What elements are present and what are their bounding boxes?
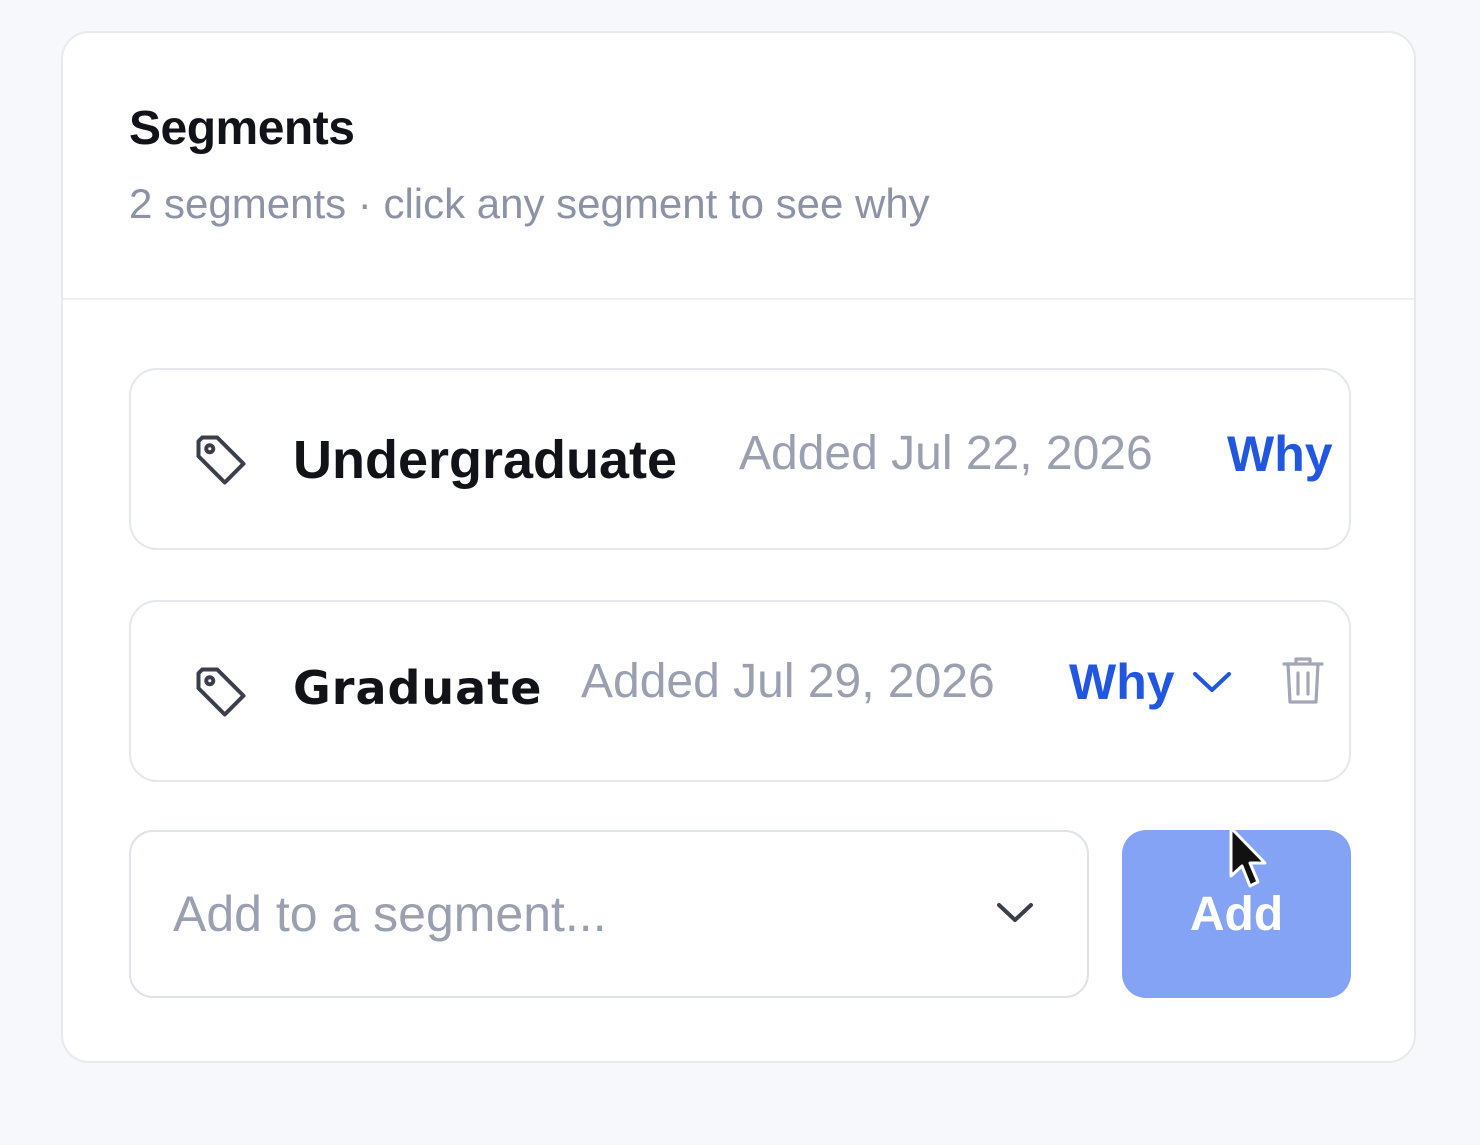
why-label: Why [1069, 654, 1175, 710]
chevron-down-icon [1192, 672, 1231, 692]
segments-card: Segments 2 segments · click any segment … [61, 31, 1416, 1063]
tag-icon [196, 667, 246, 717]
tag-icon [196, 435, 246, 485]
why-link[interactable]: Why [1227, 424, 1333, 484]
trash-icon[interactable] [1281, 654, 1325, 706]
segment-name: Graduate [293, 661, 543, 715]
add-button[interactable]: Add [1122, 830, 1351, 998]
segment-select-placeholder: Add to a segment... [173, 886, 607, 942]
chevron-down-icon [997, 903, 1033, 922]
segment-added-date: Added Jul 29, 2026 [581, 655, 995, 708]
page-title: Segments [129, 102, 355, 155]
segment-added-date: Added Jul 22, 2026 [739, 427, 1153, 480]
segment-row-graduate[interactable]: Graduate Added Jul 29, 2026 Why [129, 600, 1351, 782]
segment-name: Undergraduate [293, 430, 678, 490]
segment-select[interactable]: Add to a segment... [129, 830, 1089, 998]
segment-row-undergraduate[interactable]: Undergraduate Added Jul 22, 2026 Why [129, 368, 1351, 550]
card-header: Segments 2 segments · click any segment … [63, 33, 1414, 300]
why-toggle[interactable]: Why [1069, 652, 1233, 712]
segments-subtitle: 2 segments · click any segment to see wh… [129, 180, 930, 227]
